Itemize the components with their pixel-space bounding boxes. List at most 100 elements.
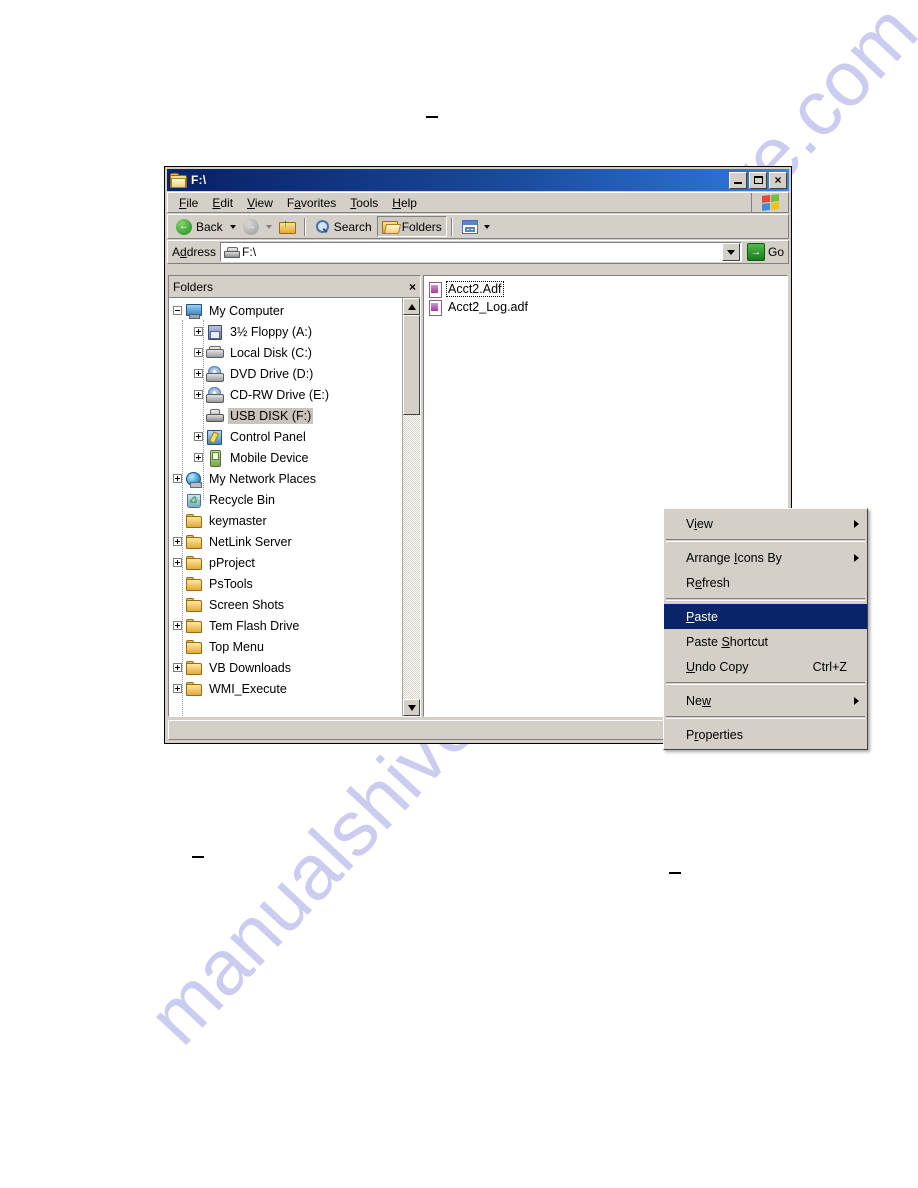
tree-item[interactable]: keymaster [173, 510, 402, 531]
maximize-button[interactable] [749, 171, 767, 189]
file-name-label: Acct2_Log.adf [448, 300, 528, 314]
go-button[interactable]: → Go [746, 243, 784, 261]
folder-icon [185, 639, 203, 655]
views-icon [461, 219, 478, 234]
expand-icon[interactable] [194, 348, 203, 357]
up-button[interactable]: ↑ [274, 216, 300, 237]
views-button[interactable] [457, 216, 497, 237]
expand-icon[interactable] [173, 537, 182, 546]
tree-item[interactable]: VB Downloads [173, 657, 402, 678]
back-button[interactable]: ← Back [171, 216, 228, 237]
expand-icon[interactable] [173, 663, 182, 672]
toolbar-separator [450, 217, 453, 236]
context-menu-separator [666, 539, 865, 542]
expand-icon[interactable] [194, 432, 203, 441]
context-menu-item-arrange-icons-by[interactable]: Arrange Icons By [664, 545, 867, 570]
menu-item-tools[interactable]: Tools [343, 194, 385, 212]
tree-item[interactable]: CD-RW Drive (E:) [173, 384, 402, 405]
tree-item[interactable]: Tem Flash Drive [173, 615, 402, 636]
tree-item[interactable]: Local Disk (C:) [173, 342, 402, 363]
tree-item[interactable]: NetLink Server [173, 531, 402, 552]
submenu-arrow-icon [854, 519, 859, 528]
file-list-item[interactable]: Acct2.Adf [428, 280, 787, 298]
context-menu-item-undo-copy[interactable]: Undo Copy Ctrl+Z [664, 654, 867, 679]
tree-item-label: DVD Drive (D:) [230, 366, 314, 381]
folder-tree[interactable]: My Computer 3½ Floppy (A:) Local Disk (C:)… [169, 298, 402, 716]
folder-tree-wrapper: My Computer 3½ Floppy (A:) Local Disk (C:)… [169, 298, 420, 716]
collapse-icon[interactable] [173, 306, 182, 315]
address-input[interactable]: F:\ [220, 242, 742, 262]
floppy-drive-icon [206, 324, 224, 340]
tree-item[interactable]: Screen Shots [173, 594, 402, 615]
forward-dropdown-icon[interactable] [265, 224, 272, 229]
expand-icon[interactable] [194, 369, 203, 378]
context-menu-item-paste-shortcut[interactable]: Paste Shortcut [664, 629, 867, 654]
tree-item[interactable]: PsTools [173, 573, 402, 594]
page-dash [669, 872, 681, 874]
address-dropdown-button[interactable] [721, 243, 740, 261]
tree-item[interactable]: Mobile Device [173, 447, 402, 468]
folder-icon [185, 576, 203, 592]
expand-icon[interactable] [194, 327, 203, 336]
tree-item[interactable]: My Network Places [173, 468, 402, 489]
context-menu-item-properties[interactable]: Properties [664, 722, 867, 747]
folders-pane-title: Folders [173, 279, 214, 294]
tree-item[interactable]: pProject [173, 552, 402, 573]
tree-item[interactable]: ♺ Recycle Bin [173, 489, 402, 510]
toolbar-separator [303, 217, 306, 236]
page-dash [192, 856, 204, 858]
expand-icon[interactable] [194, 390, 203, 399]
window-controls: × [729, 171, 789, 189]
expand-icon[interactable] [173, 474, 182, 483]
context-menu[interactable]: View Arrange Icons By Refresh Paste Paste Sh… [663, 508, 868, 750]
tree-item[interactable]: DVD Drive (D:) [173, 363, 402, 384]
menu-item-file[interactable]: File [172, 194, 205, 212]
tree-item[interactable]: 3½ Floppy (A:) [173, 321, 402, 342]
expand-icon[interactable] [194, 453, 203, 462]
menu-item-view[interactable]: View [240, 194, 280, 212]
forward-button[interactable]: → [238, 216, 264, 237]
menu-item-help[interactable]: Help [385, 194, 424, 212]
context-menu-item-refresh[interactable]: Refresh [664, 570, 867, 595]
context-menu-item-label: View [686, 516, 713, 531]
expand-icon[interactable] [173, 621, 182, 630]
tree-item-label: My Network Places [209, 471, 316, 486]
scroll-down-button[interactable] [403, 699, 420, 716]
tree-item[interactable]: USB DISK (F:) [173, 405, 402, 426]
tree-item[interactable]: Top Menu [173, 636, 402, 657]
up-folder-icon: ↑ [278, 218, 296, 234]
context-menu-item-label: New [686, 693, 712, 708]
scrollbar-track[interactable] [403, 315, 420, 699]
context-menu-item-paste[interactable]: Paste [664, 604, 867, 629]
file-list-item[interactable]: Acct2_Log.adf [428, 298, 787, 316]
close-button[interactable]: × [769, 171, 787, 189]
menu-bar: File Edit View Favorites Tools Help [167, 192, 789, 213]
folders-button[interactable]: Folders [376, 216, 447, 237]
folder-icon [185, 555, 203, 571]
search-button[interactable]: Search [310, 216, 377, 237]
scroll-up-button[interactable] [403, 298, 420, 315]
tree-item-label: USB DISK (F:) [228, 407, 314, 424]
menu-item-favorites[interactable]: Favorites [280, 194, 343, 212]
back-dropdown-icon[interactable] [229, 224, 236, 229]
folders-scrollbar[interactable] [402, 298, 420, 716]
expand-icon[interactable] [173, 684, 182, 693]
context-menu-item-new[interactable]: New [664, 688, 867, 713]
scrollbar-thumb[interactable] [403, 315, 420, 415]
minimize-button[interactable] [729, 171, 747, 189]
tree-item[interactable]: My Computer [173, 300, 402, 321]
tree-item-label: Local Disk (C:) [230, 345, 312, 360]
tree-item[interactable]: WMI_Execute [173, 678, 402, 699]
context-menu-item-view[interactable]: View [664, 511, 867, 536]
menu-item-edit[interactable]: Edit [205, 194, 240, 212]
context-menu-item-shortcut: Ctrl+Z [812, 659, 847, 674]
close-icon[interactable]: × [409, 281, 416, 293]
expand-icon[interactable] [173, 558, 182, 567]
tree-guide-line [182, 320, 183, 716]
tree-item-label: Recycle Bin [209, 492, 275, 507]
dvd-drive-icon [206, 365, 224, 382]
adf-file-icon [428, 281, 442, 298]
tree-item[interactable]: Control Panel [173, 426, 402, 447]
